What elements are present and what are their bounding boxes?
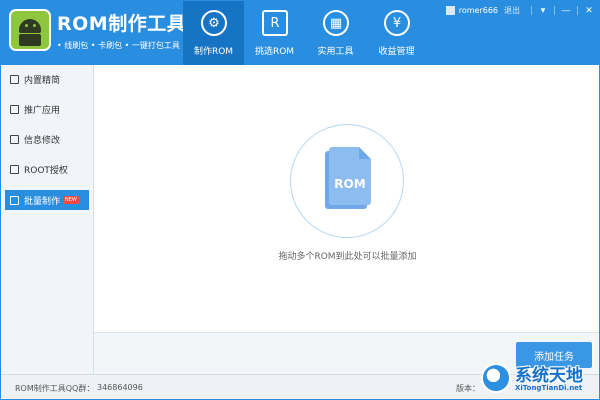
close-icon[interactable]: ✕ (583, 6, 595, 16)
bird-logo-icon (481, 363, 511, 393)
document-icon (10, 134, 19, 144)
app-subtitle: • 线刷包 • 卡刷包 • 一键打包工具 (57, 41, 180, 50)
app-title: ROM制作工具 (57, 13, 187, 35)
drop-target[interactable]: ROM (290, 124, 404, 238)
divider (531, 6, 532, 15)
watermark: 系统天地 XiTongTianDi.net (479, 357, 599, 399)
nav-make-rom[interactable]: ⚙ 制作ROM (183, 1, 244, 65)
heart-yen-icon: ¥ (384, 10, 410, 36)
sidebar-item-promote-apps[interactable]: 推广应用 (5, 99, 89, 119)
sidebar-item-label: 批量制作 (24, 196, 61, 207)
main-nav: ⚙ 制作ROM R 挑选ROM ▦ 实用工具 ¥ 收益管理 (183, 1, 427, 65)
watermark-title: 系统天地 (515, 366, 583, 386)
gear-icon: ⚙ (201, 10, 227, 36)
nav-pick-rom[interactable]: R 挑选ROM (244, 1, 305, 65)
qq-group-number: 346864096 (97, 383, 143, 392)
avatar[interactable] (445, 6, 455, 15)
sidebar-item-info-edit[interactable]: 信息修改 (5, 129, 89, 149)
box-icon (10, 74, 19, 84)
qq-group-label: ROM制作工具QQ群： (15, 384, 95, 393)
nav-label: 制作ROM (193, 47, 234, 57)
sidebar-item-label: 推广应用 (24, 105, 61, 116)
watermark-url: XiTongTianDi.net (515, 384, 583, 392)
sidebar-item-label: 内置精简 (24, 75, 61, 86)
nav-label: 挑选ROM (254, 47, 295, 57)
rom-file-label: ROM (334, 177, 366, 191)
version-label: 版本： (456, 384, 480, 393)
nav-income[interactable]: ¥ 收益管理 (366, 1, 427, 65)
sidebar-item-batch[interactable]: 批量制作 NEW (5, 190, 89, 210)
minimize-icon[interactable]: — (560, 6, 572, 16)
user-name[interactable]: romer666 (459, 6, 498, 15)
divider (577, 6, 578, 15)
nav-tools[interactable]: ▦ 实用工具 (305, 1, 366, 65)
sidebar: 内置精简 推广应用 信息修改 ROOT授权 批量制作 NEW (1, 65, 94, 374)
sidebar-item-root[interactable]: ROOT授权 (5, 159, 89, 179)
rom-file-icon: ROM (329, 147, 371, 205)
title-bar: ROM制作工具 • 线刷包 • 卡刷包 • 一键打包工具 ⚙ 制作ROM R 挑… (1, 1, 599, 65)
nav-label: 收益管理 (378, 47, 415, 57)
chevron-down-icon[interactable]: ▾ (537, 6, 549, 16)
sidebar-item-label: ROOT授权 (24, 165, 68, 176)
app-window: ROM制作工具 • 线刷包 • 卡刷包 • 一键打包工具 ⚙ 制作ROM R 挑… (0, 0, 600, 400)
drop-zone[interactable]: ROM 拖动多个ROM到此处可以批量添加 (94, 65, 599, 332)
lock-icon (10, 164, 19, 174)
batch-icon (10, 195, 19, 205)
logout-link[interactable]: 退出 (504, 5, 520, 16)
user-bar: romer666 退出 ▾ — ✕ (445, 5, 595, 16)
divider (554, 6, 555, 15)
new-badge: NEW (63, 196, 79, 204)
store-icon: R (262, 10, 288, 36)
drop-hint: 拖动多个ROM到此处可以批量添加 (278, 252, 417, 262)
android-logo-icon (9, 9, 51, 51)
nav-label: 实用工具 (317, 47, 354, 57)
sidebar-item-label: 信息修改 (24, 135, 61, 146)
grid-icon: ▦ (323, 10, 349, 36)
sidebar-item-builtin-slim[interactable]: 内置精简 (5, 69, 89, 89)
export-icon (10, 104, 19, 114)
